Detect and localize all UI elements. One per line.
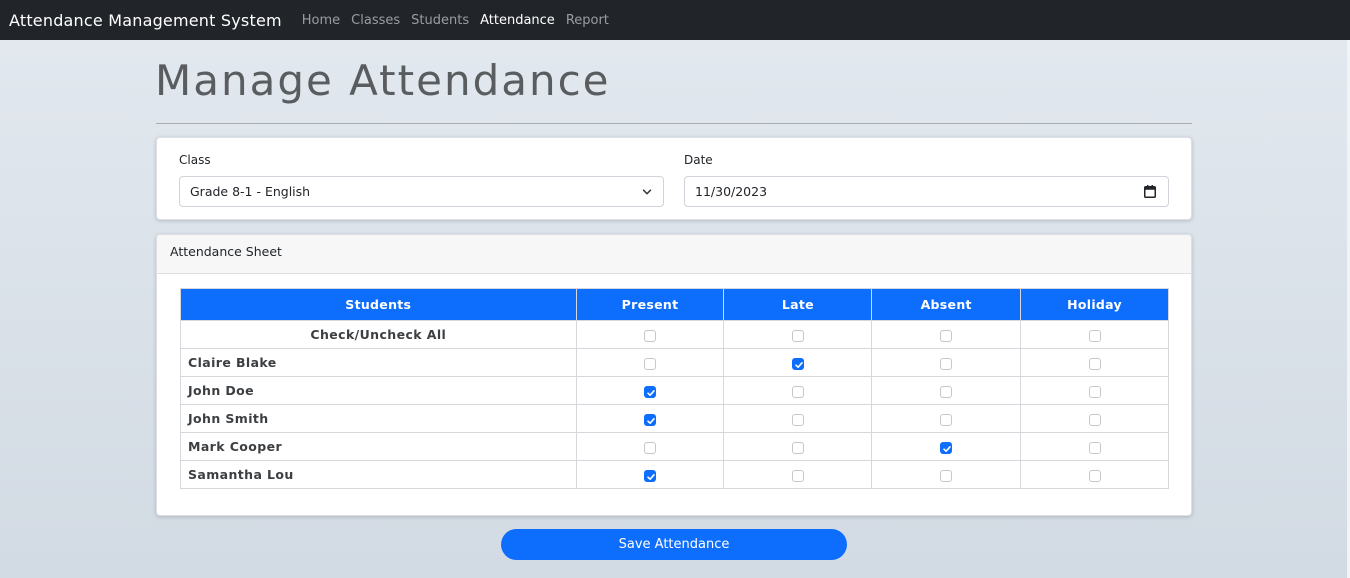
date-input-value: 11/30/2023: [695, 184, 768, 199]
attendance-sheet-card: Attendance Sheet Students Present Late A…: [156, 234, 1192, 516]
nav-students[interactable]: Students: [411, 13, 469, 28]
check-icon: [943, 445, 951, 452]
app-brand[interactable]: Attendance Management System: [9, 11, 282, 30]
holiday-checkbox[interactable]: [1088, 357, 1101, 370]
late-checkbox[interactable]: [791, 385, 804, 398]
col-students: Students: [180, 288, 577, 321]
status-cell: [871, 432, 1022, 461]
status-cell: [871, 348, 1022, 377]
present-checkbox[interactable]: [644, 357, 656, 370]
present-checkbox[interactable]: [644, 385, 656, 398]
page-title: Manage Attendance: [155, 56, 611, 105]
holiday-checkbox[interactable]: [1088, 385, 1101, 398]
nav-report[interactable]: Report: [566, 13, 609, 28]
chevron-down-icon: [642, 189, 652, 195]
late-checkbox[interactable]: [791, 357, 804, 370]
status-cell: [1020, 460, 1169, 489]
table-row: Claire Blake: [180, 348, 1169, 377]
status-cell: [723, 348, 873, 377]
check-all-cell: [871, 320, 1022, 349]
holiday-checkbox[interactable]: [1088, 469, 1101, 482]
absent-checkbox[interactable]: [940, 385, 953, 398]
navbar: Attendance Management System Home Classe…: [0, 0, 1350, 40]
student-name: John Doe: [180, 376, 577, 405]
check-icon: [647, 389, 655, 396]
holiday-checkbox[interactable]: [1088, 413, 1101, 426]
date-label: Date: [684, 153, 713, 167]
status-cell: [575, 432, 725, 461]
status-cell: [575, 460, 725, 489]
check-icon: [795, 361, 803, 368]
table-row: Mark Cooper: [180, 432, 1169, 461]
check-all-row: Check/Uncheck All: [180, 320, 1169, 349]
sheet-title: Attendance Sheet: [170, 244, 282, 259]
absent-checkbox[interactable]: [940, 441, 953, 454]
status-cell: [575, 376, 725, 405]
date-input[interactable]: 11/30/2023: [684, 176, 1169, 207]
late-checkbox[interactable]: [791, 413, 804, 426]
absent-checkbox[interactable]: [940, 413, 953, 426]
col-present: Present: [575, 288, 725, 321]
class-select[interactable]: Grade 8-1 - English: [179, 176, 664, 207]
check-all-cell: [1020, 320, 1169, 349]
late-checkbox[interactable]: [791, 441, 804, 454]
status-cell: [723, 404, 873, 433]
status-cell: [1020, 376, 1169, 405]
check-all-label: Check/Uncheck All: [180, 320, 577, 349]
sheet-header: Attendance Sheet: [157, 235, 1191, 274]
status-cell: [871, 460, 1022, 489]
present-checkbox[interactable]: [644, 441, 656, 454]
status-cell: [575, 404, 725, 433]
check-all-cell: [575, 320, 725, 349]
table-header-row: Students Present Late Absent Holiday: [180, 288, 1169, 321]
check-all-late-checkbox[interactable]: [791, 329, 804, 342]
nav-home[interactable]: Home: [302, 13, 340, 28]
table-row: John Smith: [180, 404, 1169, 433]
holiday-checkbox[interactable]: [1088, 441, 1101, 454]
check-all-present-checkbox[interactable]: [644, 329, 656, 342]
attendance-table: Students Present Late Absent Holiday Che…: [180, 288, 1169, 489]
status-cell: [575, 348, 725, 377]
check-all-absent-checkbox[interactable]: [940, 329, 953, 342]
student-name: Mark Cooper: [180, 432, 577, 461]
check-all-holiday-checkbox[interactable]: [1088, 329, 1101, 342]
nav-classes[interactable]: Classes: [351, 13, 400, 28]
status-cell: [723, 460, 873, 489]
status-cell: [1020, 348, 1169, 377]
check-icon: [647, 473, 655, 480]
status-cell: [1020, 404, 1169, 433]
status-cell: [723, 376, 873, 405]
present-checkbox[interactable]: [644, 413, 656, 426]
col-absent: Absent: [871, 288, 1022, 321]
present-checkbox[interactable]: [644, 469, 656, 482]
status-cell: [871, 376, 1022, 405]
absent-checkbox[interactable]: [940, 469, 953, 482]
nav-attendance[interactable]: Attendance: [480, 13, 555, 28]
title-divider: [156, 123, 1192, 124]
check-icon: [647, 417, 655, 424]
student-name: Samantha Lou: [180, 460, 577, 489]
status-cell: [871, 404, 1022, 433]
col-late: Late: [723, 288, 873, 321]
filter-card: Class Grade 8-1 - English Date 11/30/202…: [156, 137, 1192, 220]
late-checkbox[interactable]: [791, 469, 804, 482]
status-cell: [1020, 432, 1169, 461]
class-label: Class: [179, 153, 211, 167]
check-all-cell: [723, 320, 873, 349]
status-cell: [723, 432, 873, 461]
table-row: Samantha Lou: [180, 460, 1169, 489]
calendar-icon[interactable]: [1144, 185, 1156, 198]
student-name: John Smith: [180, 404, 577, 433]
save-attendance-button[interactable]: Save Attendance: [501, 529, 847, 560]
class-select-value: Grade 8-1 - English: [190, 184, 311, 199]
col-holiday: Holiday: [1020, 288, 1169, 321]
table-row: John Doe: [180, 376, 1169, 405]
absent-checkbox[interactable]: [940, 357, 953, 370]
student-name: Claire Blake: [180, 348, 577, 377]
